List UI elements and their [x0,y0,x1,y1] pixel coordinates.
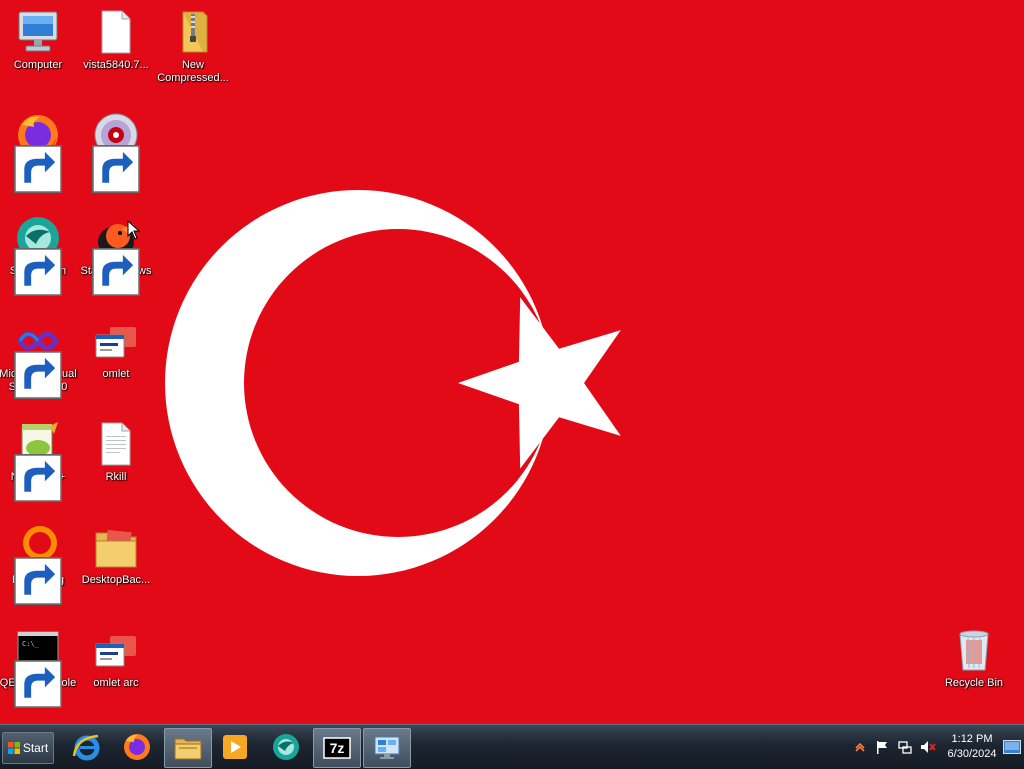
omlet-icon [92,317,140,365]
desktop-icon-firefox[interactable]: Firefox [0,111,76,193]
clock-date: 6/30/2024 [947,748,997,760]
show-desktop-icon[interactable] [1003,740,1021,754]
network-icon[interactable] [897,739,913,755]
clock-time: 1:12 PM [951,733,993,745]
shortcut-arrow-icon [14,351,62,399]
windows-logo-icon [7,742,20,754]
icon-label: DesktopBac... [81,574,151,586]
desktop-icon-recycle-bin[interactable]: Recycle Bin [936,626,1012,690]
desktop-icon-desktopbac[interactable]: DesktopBac... [78,523,154,587]
show-hidden-icons-icon[interactable] [852,739,868,755]
system-tray: 1:12 PM 6/30/2024 [850,725,1024,769]
desktop-icon-everything[interactable]: Everything [0,523,76,605]
everything-icon [14,523,62,605]
desktop-icon-omlet-arc[interactable]: omlet arc [78,626,154,690]
icon-label: Computer [13,59,63,71]
disc-icon [92,111,140,193]
internet-explorer-icon [72,734,100,761]
shortcut-arrow-icon [14,454,62,502]
desktop-icon-visual-studio-2010[interactable]: Microsoft Visual Studio 2010 [0,317,77,399]
start-label: Start [22,741,49,755]
svg-text:C:\_: C:\_ [22,640,40,648]
icon-label: omlet arc [93,677,139,689]
taskbar-internet-explorer[interactable] [64,728,110,766]
remote-desktop-icon [374,736,400,759]
desktop[interactable]: Computer vista5840.7... New Compressed..… [0,0,1024,724]
desktop-icon-qemu-console[interactable]: C:\_ QEMU Console [0,626,76,708]
volume-muted-icon[interactable] [920,739,936,755]
icon-label: Rkill [105,471,127,483]
desktop-icon-notepad-plus-plus[interactable]: Notepad++ [0,420,76,502]
taskbar-supermium[interactable] [263,728,309,766]
shortcut-arrow-icon [92,145,140,193]
firefox-icon [124,734,150,760]
icon-label: New Compressed... [157,59,229,84]
icon-label: Recycle Bin [944,677,1004,689]
document-icon [92,420,140,468]
clock[interactable]: 1:12 PM 6/30/2024 [944,732,1000,762]
taskbar-remote-desktop[interactable] [363,728,411,768]
taskbar-7zip[interactable]: 7z [313,728,361,768]
shortcut-arrow-icon [14,145,62,193]
visual-studio-icon [14,317,62,399]
action-center-flag-icon[interactable] [874,739,890,755]
media-player-icon [223,735,247,759]
desktop-icon-supermium[interactable]: Supermium [0,214,76,296]
desktop-icon-new-compressed[interactable]: New Compressed... [155,8,231,85]
shortcut-arrow-icon [14,557,62,605]
icon-label: omlet [102,368,130,380]
omlet-icon [92,626,140,674]
desktop-icon-rkill[interactable]: Rkill [78,420,154,484]
firefox-icon [14,111,62,193]
desktop-icon-start-windows-vista-vm[interactable]: Start Windows Vista VM [78,214,154,296]
shortcut-arrow-icon [14,248,62,296]
start-button[interactable]: Start [2,732,54,764]
desktop-icon-ultraiso[interactable]: UltraISO [78,111,154,193]
taskbar-firefox[interactable] [114,728,160,766]
mouse-cursor-icon [127,220,140,240]
desktop-icon-vista5840[interactable]: vista5840.7... [78,8,154,72]
console-icon: C:\_ [14,626,62,708]
taskbar: Start 7z 1:12 PM 6/30/2024 [0,724,1024,769]
icon-label: vista5840.7... [83,59,149,71]
shortcut-arrow-icon [92,248,140,296]
taskbar-media-player[interactable] [212,728,258,766]
seven-zip-label: 7z [329,740,345,756]
supermium-icon [14,214,62,296]
folder-icon [92,523,140,571]
document-icon [92,8,140,56]
computer-icon [14,8,62,56]
shortcut-arrow-icon [14,660,62,708]
notepad-plus-plus-icon [14,420,62,502]
recycle-bin-icon [950,626,998,674]
desktop-icon-computer[interactable]: Computer [0,8,76,72]
explorer-icon [174,738,202,760]
desktop-icon-omlet[interactable]: omlet [78,317,154,381]
taskbar-windows-explorer[interactable] [164,728,212,768]
supermium-icon [273,734,299,760]
zip-folder-icon [169,8,217,56]
